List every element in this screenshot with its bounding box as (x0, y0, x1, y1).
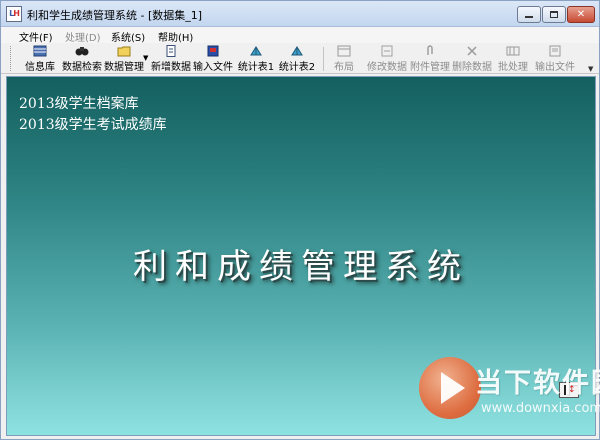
paperclip-icon (427, 45, 433, 55)
menu-process[interactable]: 处理(D) (65, 29, 101, 44)
toolbar-grip[interactable] (10, 46, 13, 71)
title-bar[interactable]: LH 利和学生成绩管理系统 - [数据集_1] ✕ (1, 1, 599, 27)
toolbar-edit-data-button[interactable]: 修改数据 (367, 45, 407, 73)
binoculars-icon (75, 47, 89, 56)
toolbar-new-data-button[interactable]: 新增数据 (151, 45, 191, 73)
menu-help[interactable]: 帮助(H) (158, 29, 193, 44)
new-document-icon (166, 45, 176, 57)
toolbar-overflow-icon[interactable]: ▼ (588, 65, 593, 73)
database-link-scores[interactable]: 2013级学生考试成绩库 (19, 114, 167, 134)
watermark-url: www.downxia.com (481, 401, 600, 416)
close-icon: ✕ (576, 9, 586, 20)
minimize-icon (525, 15, 533, 18)
import-file-icon (207, 45, 219, 57)
toolbar-batch-button[interactable]: 批处理 (497, 45, 529, 73)
toolbar-search-button[interactable]: 数据检索 (61, 45, 103, 73)
toolbar-stat-table-2-button[interactable]: 统计表2 (278, 45, 316, 73)
database-icon (33, 45, 47, 57)
toolbar-separator (323, 47, 324, 71)
menu-system[interactable]: 系统(S) (111, 29, 145, 44)
app-logo-icon[interactable]: LH (6, 6, 22, 22)
maximize-button[interactable] (542, 6, 566, 23)
toolbar-export-file-button[interactable]: 输出文件 (535, 45, 575, 73)
watermark-name: 当下软件园 (475, 368, 600, 399)
toolbar-attachment-button[interactable]: 附件管理 (410, 45, 450, 73)
toolbar-delete-data-button[interactable]: 删除数据 (452, 45, 492, 73)
export-file-icon (549, 45, 561, 57)
toolbar-data-manage-button[interactable]: 数据管理 (104, 45, 144, 73)
chart-tool-icon (291, 46, 303, 56)
toolbar-info-library-button[interactable]: 信息库 (23, 45, 57, 73)
menu-bar: 文件(F) 处理(D) 系统(S) 帮助(H) (1, 27, 599, 44)
database-link-archive[interactable]: 2013级学生档案库 (19, 93, 139, 113)
data-manage-dropdown-icon[interactable]: ▼ (143, 54, 148, 62)
menu-file[interactable]: 文件(F) (19, 29, 53, 44)
toolbar: 信息库 数据检索 数据管理 ▼ 新增数据 输入文件 统计表1 统计表2 布局 修… (1, 43, 599, 74)
play-icon (441, 372, 465, 404)
delete-icon (467, 46, 477, 56)
watermark: 当下软件园 www.downxia.com (419, 351, 600, 435)
toolbar-stat-table-1-button[interactable]: 统计表1 (237, 45, 275, 73)
close-button[interactable]: ✕ (567, 6, 595, 23)
app-window: LH 利和学生成绩管理系统 - [数据集_1] ✕ 文件(F) 处理(D) 系统… (0, 0, 600, 440)
toolbar-layout-button[interactable]: 布局 (331, 45, 357, 73)
app-title-banner: 利和成绩管理系统 (133, 247, 469, 287)
maximize-icon (550, 10, 558, 18)
window-title: 利和学生成绩管理系统 - [数据集_1] (27, 9, 203, 22)
layout-icon (337, 45, 351, 57)
toolbar-input-file-button[interactable]: 输入文件 (193, 45, 233, 73)
folder-icon (117, 46, 131, 57)
batch-icon (506, 46, 520, 56)
minimize-button[interactable] (517, 6, 541, 23)
edit-data-icon (381, 45, 393, 57)
chart-tool-icon (250, 46, 262, 56)
